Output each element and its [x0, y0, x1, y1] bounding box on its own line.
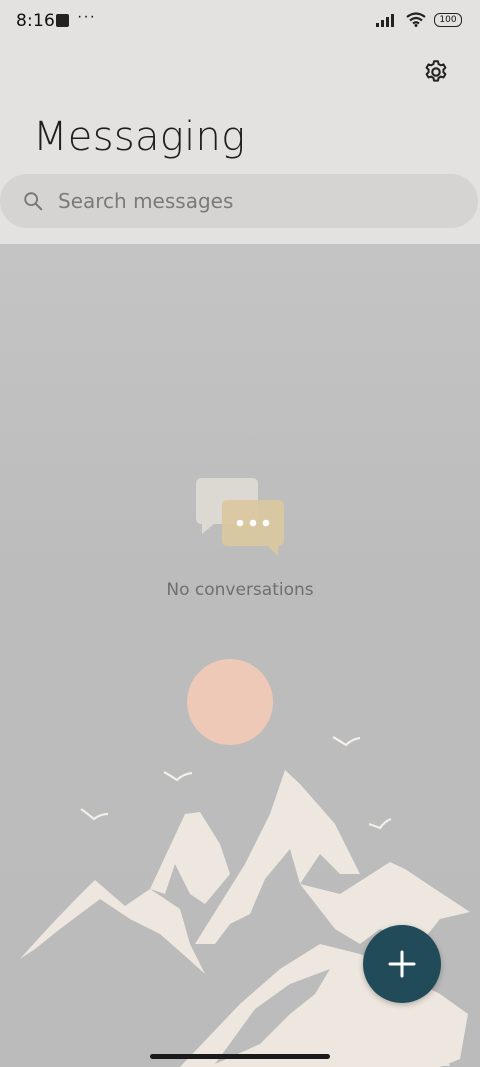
sun: [187, 659, 273, 745]
status-icons: 100: [376, 12, 462, 27]
gear-icon: [425, 60, 447, 82]
home-indicator[interactable]: [150, 1054, 330, 1059]
mountain-illustration: [20, 659, 470, 1067]
search-bar[interactable]: [0, 174, 478, 228]
bird: [80, 808, 109, 821]
new-conversation-button[interactable]: [363, 925, 441, 1003]
header: Messaging: [0, 44, 480, 244]
status-time: 8:16: [16, 11, 55, 31]
empty-state-text: No conversations: [166, 580, 314, 600]
settings-button[interactable]: [418, 54, 454, 90]
plus-icon: [388, 950, 416, 978]
search-icon: [24, 192, 43, 211]
mountain-left: [20, 880, 205, 974]
search-input[interactable]: [56, 188, 440, 214]
mountain-mid-left: [150, 812, 230, 904]
battery-icon: 100: [434, 12, 462, 27]
bird: [163, 771, 193, 782]
wifi-icon: [406, 12, 426, 27]
more-notifications-icon: ···: [77, 8, 96, 25]
bird: [332, 736, 361, 747]
status-bar: 8:16 ··· 100: [0, 0, 480, 44]
signal-icon: [376, 13, 394, 27]
page-title: Messaging: [33, 114, 246, 160]
chat-bubbles-icon: [196, 478, 284, 556]
bird: [368, 817, 392, 830]
notification-app-icon: [56, 14, 69, 27]
